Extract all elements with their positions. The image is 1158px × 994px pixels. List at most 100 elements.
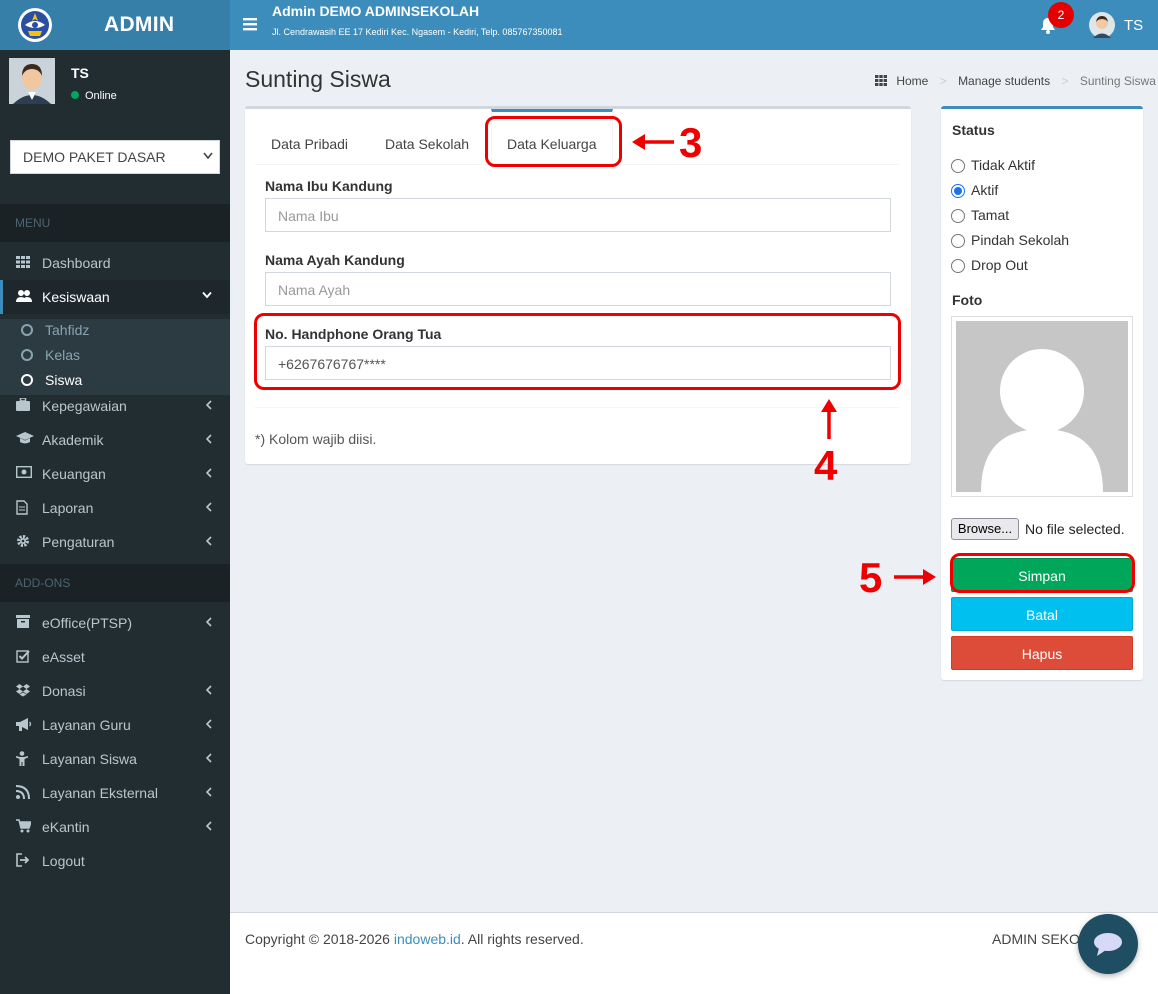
logo-area[interactable]: ADMIN xyxy=(0,0,230,50)
submenu-item-label: Kelas xyxy=(45,347,81,363)
notification-badge[interactable]: 2 xyxy=(1048,2,1074,28)
sidebar-item-dashboard[interactable]: Dashboard xyxy=(0,246,230,280)
annotation-box-save xyxy=(950,553,1135,593)
chevron-left-icon xyxy=(206,753,212,763)
sidebar-item-layanan-guru[interactable]: Layanan Guru xyxy=(0,708,230,742)
sidebar-item-keuangan[interactable]: Keuangan xyxy=(0,457,230,491)
addons-header: ADD-ONS xyxy=(0,564,230,602)
status-option-label: Tamat xyxy=(971,207,1010,223)
father-name-input[interactable]: Nama Ayah xyxy=(265,272,891,306)
sidebar-item-eoffice[interactable]: eOffice(PTSP) xyxy=(0,606,230,640)
online-status: Online xyxy=(71,90,117,102)
delete-button[interactable]: Hapus xyxy=(951,636,1133,670)
chevron-left-icon xyxy=(206,617,212,627)
tab-data-sekolah[interactable]: Data Sekolah xyxy=(385,109,469,165)
radio-button[interactable] xyxy=(951,234,965,248)
sidebar-item-akademik[interactable]: Akademik xyxy=(0,423,230,457)
school-select-value: DEMO PAKET DASAR xyxy=(23,149,166,165)
radio-button[interactable] xyxy=(951,259,965,273)
online-status-label: Online xyxy=(85,90,117,102)
sidebar-user-name: TS xyxy=(71,65,89,81)
user-initials[interactable]: TS xyxy=(1124,17,1143,34)
radio-button[interactable] xyxy=(951,209,965,223)
sidebar-item-kepegawaian[interactable]: Kepegawaian xyxy=(0,389,230,423)
breadcrumb-manage-students[interactable]: Manage students xyxy=(958,74,1050,88)
sidebar-item-layanan-siswa[interactable]: Layanan Siswa xyxy=(0,742,230,776)
user-panel-avatar xyxy=(9,58,55,104)
sidebar-item-logout[interactable]: Logout xyxy=(0,844,230,878)
money-icon xyxy=(16,466,32,478)
status-option-label: Drop Out xyxy=(971,257,1028,273)
child-icon xyxy=(16,751,28,766)
sidebar-item-label: eOffice(PTSP) xyxy=(42,615,132,631)
chat-button[interactable] xyxy=(1078,914,1138,974)
rss-icon xyxy=(16,785,30,799)
form-divider xyxy=(255,407,899,408)
radio-button[interactable] xyxy=(951,159,965,173)
sidebar-item-kesiswaan[interactable]: Kesiswaan xyxy=(0,280,230,314)
radio-button-checked[interactable] xyxy=(951,184,965,198)
sidebar-item-laporan[interactable]: Laporan xyxy=(0,491,230,525)
chevron-down-icon xyxy=(203,152,213,160)
school-address: Jl. Cendrawasih EE 17 Kediri Kec. Ngasem… xyxy=(272,27,563,37)
user-placeholder-icon xyxy=(956,321,1128,492)
school-select[interactable]: DEMO PAKET DASAR xyxy=(10,140,220,174)
users-icon xyxy=(16,290,32,302)
sidebar-item-label: eKantin xyxy=(42,819,90,835)
sidebar-item-label: Logout xyxy=(42,853,85,869)
circle-icon xyxy=(21,374,33,386)
chevron-left-icon xyxy=(206,536,212,546)
online-dot-icon xyxy=(71,91,79,100)
school-name: Admin DEMO ADMINSEKOLAH xyxy=(272,3,480,19)
student-photo xyxy=(951,316,1133,497)
sidebar-item-ekantin[interactable]: eKantin xyxy=(0,810,230,844)
status-option-label: Tidak Aktif xyxy=(971,157,1036,173)
chevron-down-icon xyxy=(202,291,212,299)
browse-button[interactable]: Browse... xyxy=(951,518,1019,540)
top-navbar: Admin DEMO ADMINSEKOLAH Jl. Cendrawasih … xyxy=(230,0,1158,50)
file-status: No file selected. xyxy=(1025,521,1125,537)
chat-bubble-icon xyxy=(1094,933,1122,956)
status-option-label: Aktif xyxy=(971,182,999,198)
sidebar-item-easset[interactable]: eAsset xyxy=(0,640,230,674)
annotation-number-4: 4 xyxy=(814,442,838,489)
copyright-link[interactable]: indoweb.id xyxy=(394,931,461,947)
chevron-left-icon xyxy=(206,821,212,831)
chevron-left-icon xyxy=(206,468,212,478)
circle-icon xyxy=(21,324,33,336)
copyright-suffix: . All rights reserved. xyxy=(460,931,584,947)
user-avatar[interactable] xyxy=(1089,12,1115,38)
sidebar: TS Online DEMO PAKET DASAR MENU Dashboar… xyxy=(0,50,230,994)
copyright-prefix: Copyright © 2018-2026 xyxy=(245,931,394,947)
sidebar-item-label: Dashboard xyxy=(42,255,111,271)
submenu-item-label: Siswa xyxy=(45,372,83,388)
required-note: *) Kolom wajib diisi. xyxy=(255,431,377,447)
sidebar-item-pengaturan[interactable]: Pengaturan xyxy=(0,525,230,559)
cancel-button[interactable]: Batal xyxy=(951,597,1133,631)
breadcrumb: Home > Manage students > Sunting Siswa xyxy=(875,73,1156,88)
hamburger-menu-icon[interactable] xyxy=(243,17,257,31)
annotation-box-tab xyxy=(485,116,622,167)
logo-text: ADMIN xyxy=(104,13,175,36)
photo-title: Foto xyxy=(952,292,983,308)
sidebar-item-label: Akademik xyxy=(42,432,104,448)
menu-header: MENU xyxy=(0,204,230,242)
chevron-left-icon xyxy=(206,434,212,444)
sidebar-item-donasi[interactable]: Donasi xyxy=(0,674,230,708)
grid-icon xyxy=(16,256,30,268)
sidebar-item-label: Layanan Guru xyxy=(42,717,131,733)
sidebar-item-layanan-eksternal[interactable]: Layanan Eksternal xyxy=(0,776,230,810)
status-box: Status Tidak Aktif Aktif Tamat Pindah Se… xyxy=(941,106,1143,680)
dropbox-icon xyxy=(16,684,30,697)
submenu-item-tahfidz[interactable]: Tahfidz xyxy=(0,319,230,344)
sidebar-item-label: Layanan Eksternal xyxy=(42,785,158,801)
status-option-label: Pindah Sekolah xyxy=(971,232,1070,248)
mother-name-input[interactable]: Nama Ibu xyxy=(265,198,891,232)
sidebar-item-label: Donasi xyxy=(42,683,86,699)
tab-data-pribadi[interactable]: Data Pribadi xyxy=(271,109,348,165)
submenu-item-kelas[interactable]: Kelas xyxy=(0,344,230,369)
submenu-item-label: Tahfidz xyxy=(45,322,90,338)
annotation-box-phone xyxy=(254,313,901,390)
sidebar-item-label: Kesiswaan xyxy=(42,289,110,305)
breadcrumb-home[interactable]: Home xyxy=(896,74,928,88)
